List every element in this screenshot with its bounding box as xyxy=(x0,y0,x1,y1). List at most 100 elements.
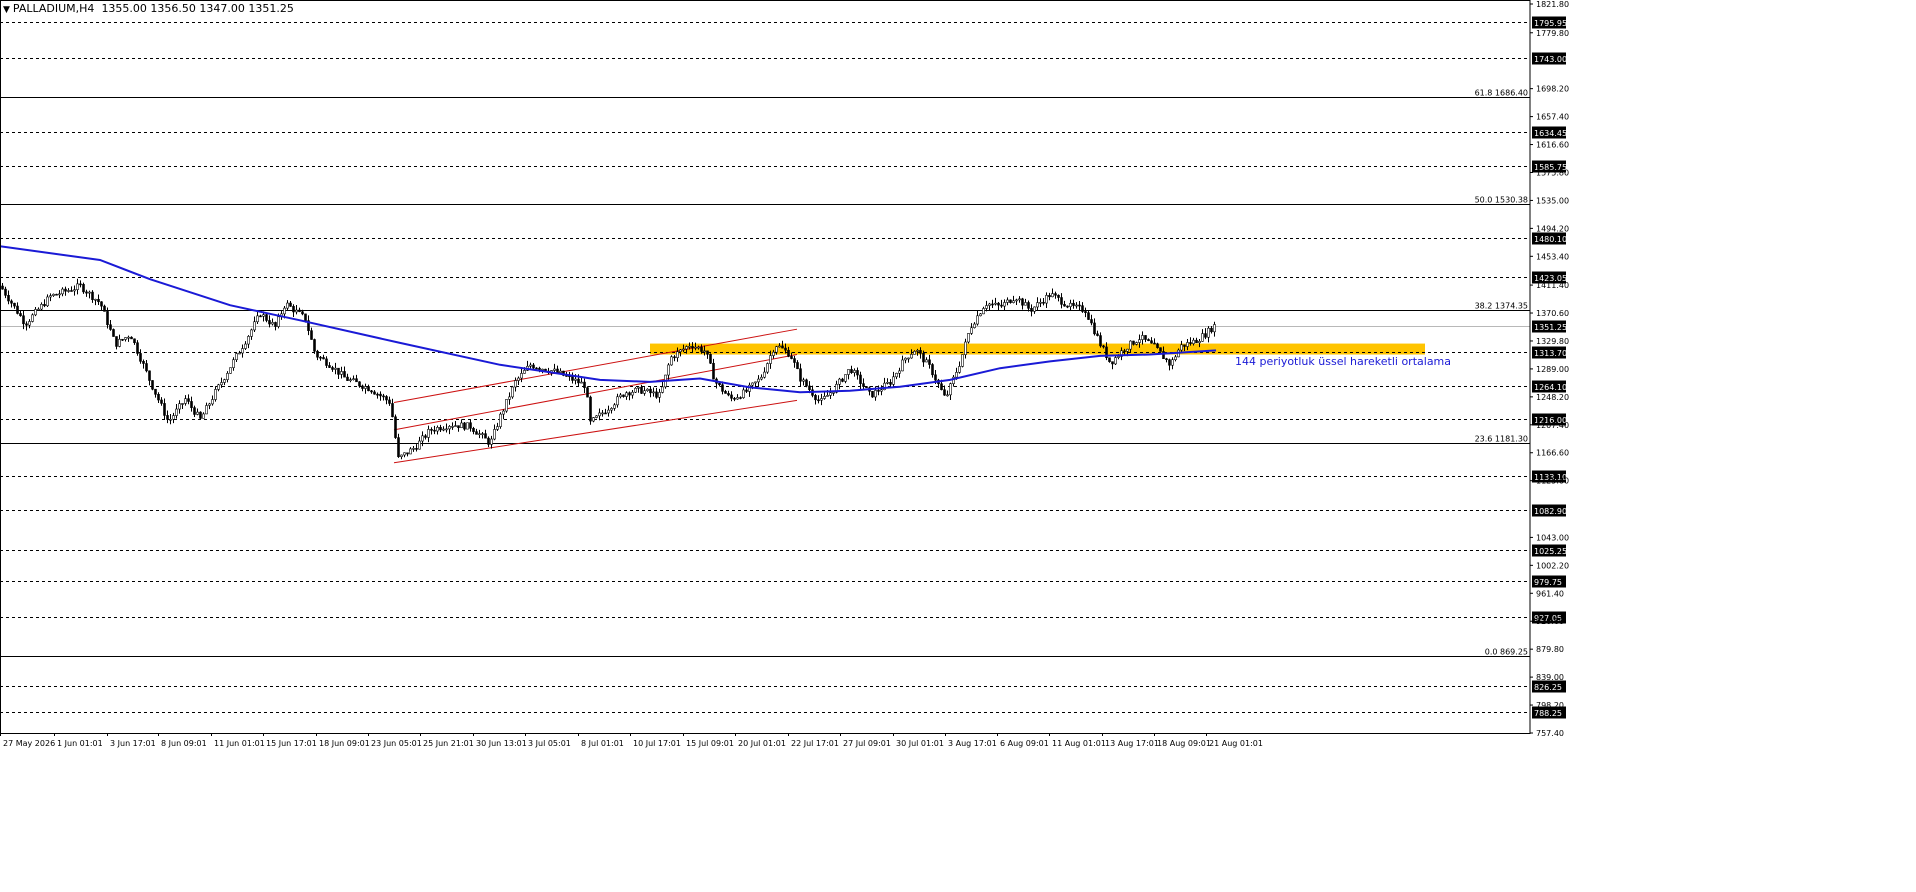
candle-body xyxy=(457,425,460,429)
candle-body xyxy=(862,383,865,387)
candle-body xyxy=(1171,359,1174,366)
candle-body xyxy=(136,342,139,354)
candle-body xyxy=(1180,344,1183,351)
chart-root[interactable]: 61.8 1686.40 50.0 1530.38 38.2 1374.35 23.6… xyxy=(0,0,1916,888)
candle-body xyxy=(1093,322,1096,335)
candle-body xyxy=(604,412,607,415)
y-tick-label: 1698.20 xyxy=(1536,85,1569,94)
candle-body xyxy=(121,338,124,341)
y-tick-label: 1616.60 xyxy=(1536,141,1569,150)
x-tick-label: 3 Jul 05:01 xyxy=(528,739,571,748)
candle-body xyxy=(871,390,874,398)
candle-body xyxy=(268,320,271,325)
y-tick-label: 920.60 xyxy=(1536,617,1564,626)
candle-body xyxy=(901,359,904,372)
collapse-triangle-icon[interactable]: ▼ xyxy=(3,5,10,15)
candle-body xyxy=(313,339,316,352)
candle-body xyxy=(1027,302,1030,309)
candle-body xyxy=(1048,295,1051,298)
candle-body xyxy=(115,336,118,347)
y-tick-label: 1657.40 xyxy=(1536,113,1569,122)
candle-body xyxy=(454,425,457,427)
candle-body xyxy=(1075,304,1078,307)
candle-body xyxy=(145,363,148,372)
candle-body xyxy=(1,285,4,290)
candle-body xyxy=(208,403,211,406)
candle-body xyxy=(295,309,298,313)
candle-body xyxy=(325,358,328,366)
candle-body xyxy=(1042,301,1045,304)
candle-body xyxy=(442,428,445,431)
candle-body xyxy=(319,356,322,359)
candle-body xyxy=(1126,348,1129,352)
candle-body xyxy=(982,308,985,315)
y-tick-label: 839.00 xyxy=(1536,673,1564,682)
candle-body xyxy=(931,364,934,376)
candle-body xyxy=(187,398,190,402)
candle-body xyxy=(169,418,172,421)
candle-body xyxy=(1039,301,1042,304)
x-tick-label: 10 Jul 17:01 xyxy=(633,739,681,748)
candle-body xyxy=(829,392,832,396)
candle-body xyxy=(490,438,493,445)
candle-body xyxy=(1099,335,1102,347)
candle-body xyxy=(817,399,820,402)
price-chart[interactable]: 61.8 1686.40 50.0 1530.38 38.2 1374.35 23.6… xyxy=(0,0,1916,888)
candle-body xyxy=(1198,341,1201,344)
candle-body xyxy=(244,343,247,349)
candle-body xyxy=(919,350,922,354)
candle-body xyxy=(13,302,16,307)
candle-body xyxy=(646,388,649,391)
ema-line xyxy=(0,245,1217,394)
candle-body xyxy=(241,348,244,354)
candle-body xyxy=(100,301,103,307)
candle-body xyxy=(226,373,229,380)
candle-body xyxy=(676,351,679,358)
y-tick-label: 1125.80 xyxy=(1536,477,1569,486)
candle-body xyxy=(985,305,988,309)
candle-body xyxy=(859,374,862,384)
candle-body xyxy=(118,338,121,347)
fib-level-label: 50.0 1530.38 xyxy=(1475,196,1528,205)
candle-body xyxy=(154,388,157,395)
candle-body xyxy=(655,391,658,398)
candle-body xyxy=(691,346,694,349)
candle-body xyxy=(1072,302,1075,306)
candle-body xyxy=(364,386,367,389)
candle-body xyxy=(286,302,289,309)
candle-body xyxy=(685,346,688,350)
candle-body xyxy=(487,437,490,445)
candle-body xyxy=(193,407,196,415)
candle-body xyxy=(238,352,241,355)
candle-body xyxy=(721,384,724,392)
candle-body xyxy=(850,369,853,373)
candle-body xyxy=(259,315,262,318)
candle-body xyxy=(1045,295,1048,304)
candle-body xyxy=(184,398,187,404)
candle-body xyxy=(22,315,25,325)
candle-body xyxy=(112,329,115,337)
candle-body xyxy=(595,415,598,418)
candle-body xyxy=(274,322,277,327)
candle-body xyxy=(706,350,709,355)
candle-body xyxy=(46,296,49,307)
candle-body xyxy=(1210,327,1213,333)
candle-body xyxy=(967,333,970,343)
candle-body xyxy=(1129,340,1132,350)
candle-body xyxy=(970,327,973,334)
candle-body xyxy=(1168,359,1171,366)
candle-body xyxy=(520,373,523,379)
candle-body xyxy=(736,397,739,400)
candle-body xyxy=(880,389,883,392)
candle-body xyxy=(688,346,691,348)
candle-body xyxy=(28,321,31,326)
candle-body xyxy=(55,293,58,296)
candle-body xyxy=(475,431,478,435)
candle-body xyxy=(355,378,358,383)
candle-body xyxy=(76,283,79,290)
level-label: 1082.90 xyxy=(1534,507,1567,516)
candle-body xyxy=(589,396,592,422)
candle-body xyxy=(955,372,958,378)
x-tick-label: 3 Aug 17:01 xyxy=(948,739,997,748)
x-tick-label: 6 Aug 09:01 xyxy=(1000,739,1049,748)
